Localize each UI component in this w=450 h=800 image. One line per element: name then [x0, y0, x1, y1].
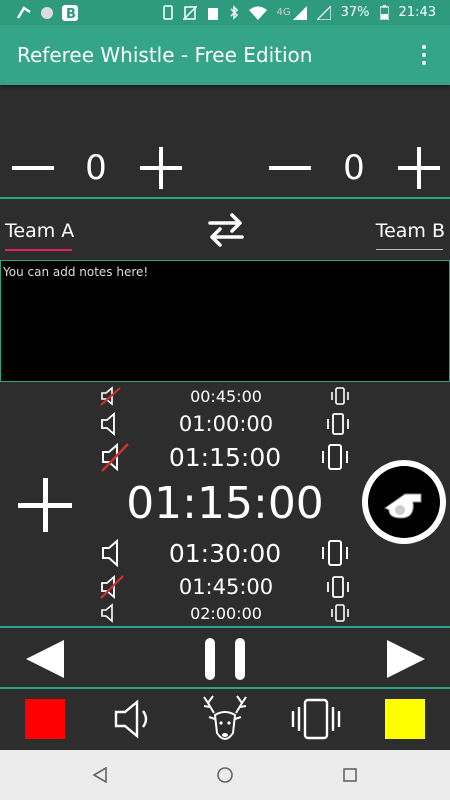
clipboard-icon: [207, 7, 218, 20]
team-a-score: 0: [85, 148, 107, 188]
team-b-label: Team B: [375, 220, 445, 242]
network-label: 4G: [276, 7, 291, 18]
score-row: 0 0: [0, 140, 450, 200]
vibrate-icon[interactable]: [320, 538, 350, 568]
dot-icon: [41, 6, 53, 19]
speaker-muted-icon[interactable]: [100, 442, 130, 472]
team-a-tab[interactable]: Team A: [5, 220, 75, 251]
system-navigation-bar: [0, 750, 450, 800]
overflow-menu-icon[interactable]: [404, 35, 444, 75]
reindeer-icon[interactable]: [200, 693, 250, 745]
team-b-score: 0: [343, 148, 365, 188]
preset-time: 01:15:00: [168, 442, 282, 472]
team-b-decrement-button[interactable]: [269, 166, 311, 170]
divider: [0, 626, 450, 628]
vibrate-icon[interactable]: [326, 575, 350, 599]
yellow-card-button[interactable]: [385, 699, 425, 739]
vibrate-icon[interactable]: [290, 697, 342, 741]
next-icon[interactable]: [385, 638, 427, 680]
time-preset-row[interactable]: 00:45:00: [100, 386, 350, 406]
svg-text:B: B: [66, 7, 76, 21]
whistle-icon: [384, 493, 422, 519]
time-preset-row[interactable]: 01:30:00: [100, 536, 350, 570]
preset-time: 01:45:00: [178, 575, 274, 599]
whistle-button[interactable]: [362, 460, 446, 544]
divider: [0, 197, 450, 199]
battery-percent: 37%: [340, 5, 370, 20]
signal-icon: [316, 5, 331, 20]
speaker-icon[interactable]: [100, 603, 122, 623]
team-b-increment-button[interactable]: [398, 147, 440, 189]
time-preset-row[interactable]: 02:00:00: [100, 603, 350, 623]
preset-time: 01:00:00: [178, 412, 274, 436]
status-bar: B 4G 37% 21:43: [0, 0, 450, 25]
speaker-muted-icon[interactable]: [100, 386, 122, 406]
preset-time: 01:30:00: [168, 538, 282, 568]
preset-time: 02:00:00: [190, 603, 262, 623]
time-preset-row[interactable]: 01:00:00: [100, 410, 350, 438]
wifi-icon: [248, 6, 267, 20]
preset-time: 00:45:00: [190, 386, 262, 406]
pause-icon[interactable]: [205, 638, 245, 680]
phone-icon: [162, 5, 173, 20]
recents-icon[interactable]: [343, 768, 357, 782]
add-time-button[interactable]: [18, 478, 72, 532]
notes-placeholder: You can add notes here!: [3, 265, 149, 279]
vibrate-icon[interactable]: [330, 386, 350, 406]
speaker-icon[interactable]: [100, 538, 130, 568]
team-b-tab[interactable]: Team B: [375, 220, 445, 250]
bluetooth-icon: [229, 5, 238, 20]
swap-arrows-icon[interactable]: [204, 210, 248, 250]
speaker-icon[interactable]: [100, 412, 126, 436]
app-bar: Referee Whistle - Free Edition: [0, 25, 450, 85]
notes-textarea[interactable]: You can add notes here!: [0, 260, 450, 382]
team-a-increment-button[interactable]: [140, 147, 182, 189]
speaker-icon[interactable]: [113, 699, 155, 739]
red-card-button[interactable]: [25, 699, 65, 739]
ring-app-icon: [16, 5, 31, 19]
app-title: Referee Whistle - Free Edition: [17, 43, 313, 67]
home-icon[interactable]: [216, 766, 234, 784]
time-preset-row[interactable]: 01:15:00: [100, 440, 350, 474]
battery-icon: [379, 5, 389, 20]
vibrate-icon[interactable]: [330, 603, 350, 623]
speaker-muted-icon[interactable]: [100, 575, 126, 599]
previous-icon[interactable]: [24, 638, 66, 680]
no-sim-icon: [182, 5, 197, 20]
back-icon[interactable]: [92, 767, 108, 783]
clock: 21:43: [398, 5, 436, 20]
b-app-icon: B: [62, 4, 78, 21]
time-preset-row[interactable]: 01:45:00: [100, 573, 350, 601]
team-a-decrement-button[interactable]: [12, 166, 54, 170]
vibrate-icon[interactable]: [326, 412, 350, 436]
divider: [0, 687, 450, 689]
signal-icon: [292, 5, 307, 20]
team-a-label: Team A: [5, 220, 75, 242]
playback-controls: [0, 630, 450, 686]
vibrate-icon[interactable]: [320, 442, 350, 472]
